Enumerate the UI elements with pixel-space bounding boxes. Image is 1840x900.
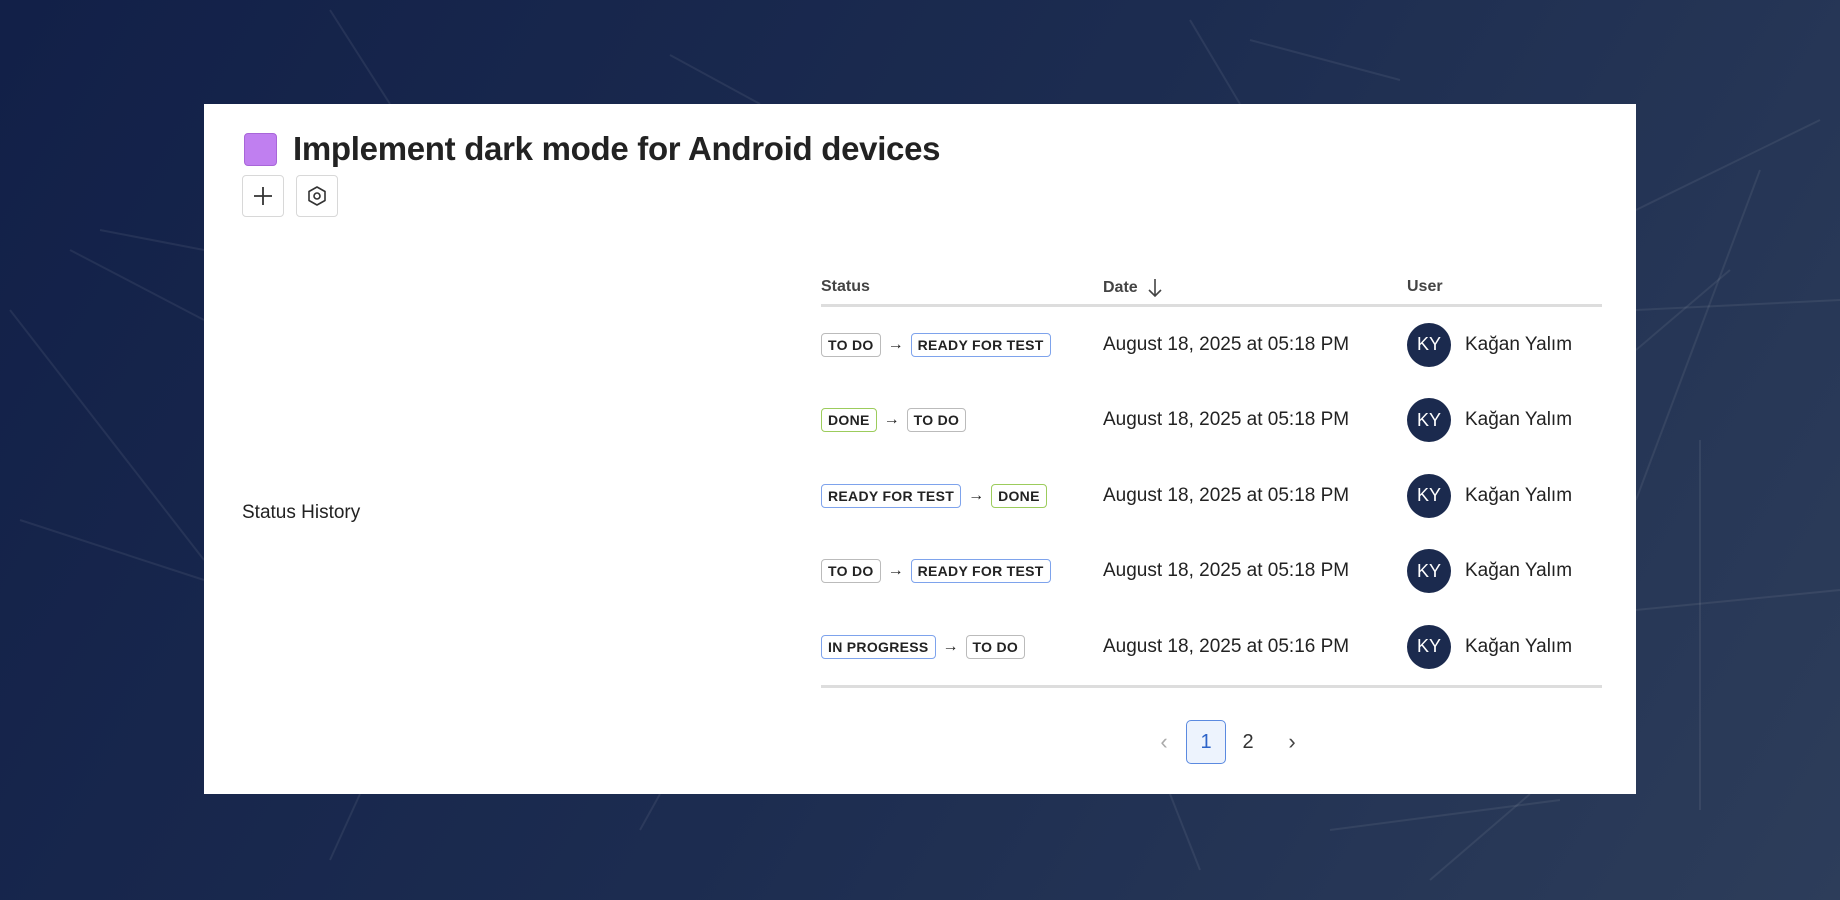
to-status-badge: READY FOR TEST — [910, 559, 1051, 584]
arrow-right-icon: → — [887, 335, 904, 353]
prev-page-button[interactable]: ‹ — [1144, 720, 1184, 764]
task-color-swatch — [244, 132, 277, 166]
status-change-cell: TO DO → READY FOR TEST — [821, 307, 1051, 383]
date-header-label: Date — [1103, 279, 1138, 296]
table-row: IN PROGRESS → TO DO August 18, 2025 at 0… — [821, 609, 1602, 685]
from-status-badge: IN PROGRESS — [821, 634, 936, 659]
pagination: ‹ 1 2 › — [1144, 720, 1312, 764]
arrow-right-icon: → — [968, 486, 985, 504]
date-cell: August 18, 2025 at 05:18 PM — [1103, 484, 1350, 506]
hexagon-settings-icon — [308, 186, 326, 206]
column-header-user: User — [1407, 278, 1443, 295]
avatar: KY — [1407, 624, 1451, 669]
table-row: TO DO → READY FOR TEST August 18, 2025 a… — [821, 534, 1602, 610]
avatar: KY — [1407, 549, 1451, 594]
table-row: DONE → TO DO August 18, 2025 at 05:18 PM… — [821, 383, 1602, 459]
sort-descending-icon[interactable] — [1148, 278, 1162, 298]
user-cell: KY Kağan Yalım — [1407, 458, 1572, 534]
table-body: TO DO → READY FOR TEST August 18, 2025 a… — [821, 307, 1602, 685]
status-change-cell: READY FOR TEST → DONE — [821, 458, 1047, 534]
settings-button[interactable] — [296, 175, 338, 217]
status-history-label: Status History — [242, 502, 361, 523]
date-cell: August 18, 2025 at 05:18 PM — [1103, 333, 1350, 355]
to-status-badge: TO DO — [965, 634, 1026, 659]
arrow-right-icon: → — [887, 562, 904, 580]
user-name: Kağan Yalım — [1465, 409, 1573, 431]
avatar: KY — [1407, 398, 1451, 443]
to-status-badge: READY FOR TEST — [910, 332, 1051, 357]
from-status-badge: READY FOR TEST — [821, 483, 962, 508]
table-row: TO DO → READY FOR TEST August 18, 2025 a… — [821, 307, 1602, 383]
table-header: Status Date User — [821, 270, 1602, 307]
arrow-right-icon: → — [883, 411, 900, 429]
task-card: Implement dark mode for Android devices … — [204, 104, 1636, 794]
from-status-badge: TO DO — [821, 332, 881, 357]
date-cell: August 18, 2025 at 05:18 PM — [1103, 409, 1350, 431]
user-cell: KY Kağan Yalım — [1407, 307, 1572, 383]
user-name: Kağan Yalım — [1465, 333, 1573, 355]
user-cell: KY Kağan Yalım — [1407, 383, 1572, 459]
avatar: KY — [1407, 322, 1451, 367]
status-change-cell: IN PROGRESS → TO DO — [821, 609, 1026, 685]
status-change-cell: TO DO → READY FOR TEST — [821, 534, 1051, 610]
column-header-status: Status — [821, 278, 870, 295]
user-cell: KY Kağan Yalım — [1407, 609, 1572, 685]
date-cell: August 18, 2025 at 05:18 PM — [1103, 560, 1350, 582]
user-name: Kağan Yalım — [1465, 635, 1573, 657]
user-name: Kağan Yalım — [1465, 484, 1573, 506]
user-cell: KY Kağan Yalım — [1407, 534, 1572, 610]
task-title: Implement dark mode for Android devices — [293, 130, 941, 167]
date-cell: August 18, 2025 at 05:16 PM — [1103, 635, 1350, 657]
page-2-button[interactable]: 2 — [1228, 720, 1268, 764]
table-row: READY FOR TEST → DONE August 18, 2025 at… — [821, 458, 1602, 534]
page-1-button[interactable]: 1 — [1186, 720, 1226, 764]
from-status-badge: TO DO — [821, 559, 881, 584]
toolbar — [242, 175, 338, 217]
column-header-date[interactable]: Date — [1103, 278, 1162, 298]
status-history-table: Status Date User TO DO → READY FOR TEST … — [821, 270, 1602, 688]
avatar: KY — [1407, 473, 1451, 518]
task-header: Implement dark mode for Android devices — [244, 130, 941, 168]
from-status-badge: DONE — [821, 408, 877, 433]
table-bottom-border — [821, 684, 1602, 688]
next-page-button[interactable]: › — [1272, 720, 1312, 764]
to-status-badge: TO DO — [906, 408, 967, 433]
status-change-cell: DONE → TO DO — [821, 383, 967, 459]
to-status-badge: DONE — [991, 483, 1047, 508]
add-button[interactable] — [242, 175, 284, 217]
user-name: Kağan Yalım — [1465, 560, 1573, 582]
arrow-right-icon: → — [942, 637, 959, 655]
plus-icon — [254, 187, 272, 205]
